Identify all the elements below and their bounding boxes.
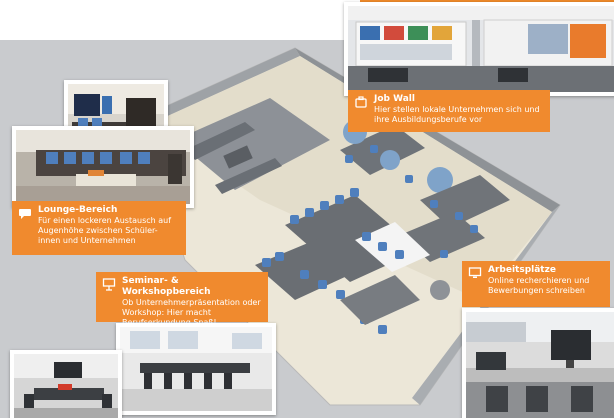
lounge-callout: Lounge-Bereich Für einen lockeren Austau… [12, 201, 186, 255]
seminar-photo [116, 323, 276, 415]
seminar-photo-image [120, 327, 272, 411]
seminar-callout: Seminar- & Workshopbereich Ob Unternehme… [96, 272, 268, 327]
lounge-title: Lounge-Bereich [38, 205, 118, 215]
meeting-photo [10, 350, 122, 418]
monitor-icon [468, 267, 482, 278]
seminar-title: Seminar- & Workshopbereich [122, 276, 211, 297]
arbeitsplaetze-text: Online recherchieren und Bewerbungen sch… [488, 276, 590, 295]
infographic: Lounge-Bereich Für einen lockeren Austau… [0, 0, 614, 418]
round-table-4 [430, 280, 450, 300]
arbeitsplaetze-photo-image [466, 312, 614, 418]
bag-icon [355, 96, 367, 108]
lounge-text: Für einen lockeren Austausch auf Augenhö… [38, 216, 172, 245]
job-wall-photo [344, 2, 614, 96]
meeting-photo-image [14, 354, 118, 418]
arbeitsplaetze-callout: Arbeitsplätze Online recherchieren und B… [462, 261, 610, 307]
job-wall-photo-image [348, 6, 614, 92]
job-wall-title: Job Wall [374, 94, 415, 104]
speech-bubble-icon [19, 209, 31, 219]
job-wall-callout: Job Wall Hier stellen lokale Unternehmen… [348, 90, 550, 132]
presentation-icon [102, 278, 116, 291]
round-table-3 [380, 150, 400, 170]
arbeitsplaetze-photo [462, 308, 614, 418]
lounge-photo [12, 126, 194, 208]
lounge-photo-image [16, 130, 190, 204]
arbeitsplaetze-title: Arbeitsplätze [488, 265, 556, 275]
job-wall-text: Hier stellen lokale Unternehmen sich und… [374, 105, 540, 124]
